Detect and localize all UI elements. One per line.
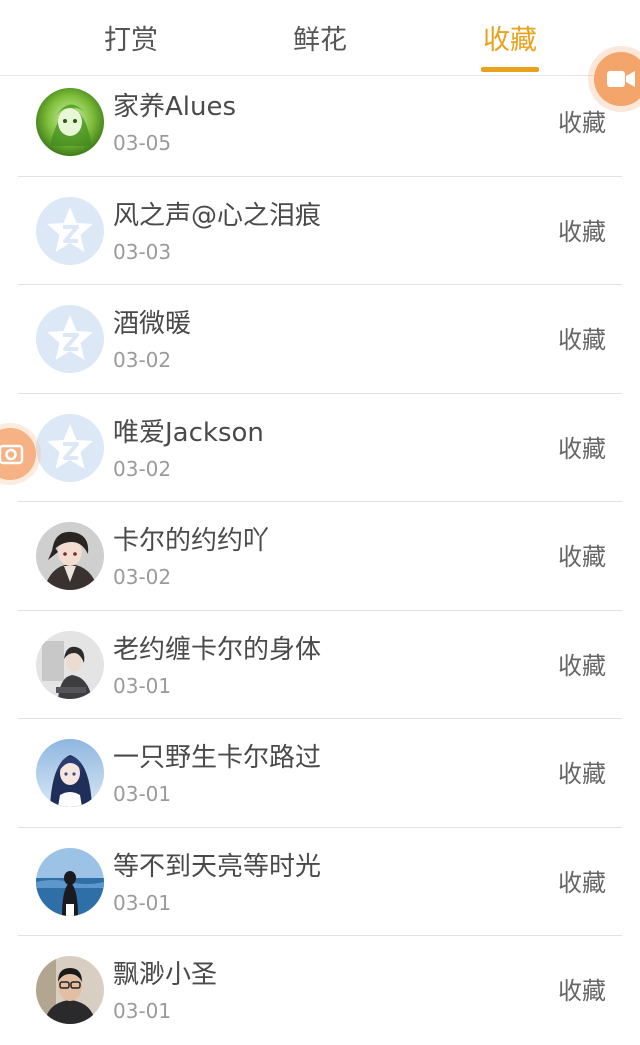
favorite-date: 03-01 — [113, 890, 172, 915]
list-item[interactable]: 唯爱Jackson 03-02 收藏 — [0, 394, 640, 502]
favorites-list: 家养Alues 03-05 收藏 风之声@心之泪痕 03-03 收藏 酒微暖 0 — [0, 68, 640, 1045]
sitting-figure-avatar[interactable] — [36, 630, 104, 699]
list-item[interactable]: 飘渺小圣 03-01 收藏 — [0, 936, 640, 1045]
favorite-button[interactable]: 收藏 — [558, 868, 606, 898]
qzone-default-avatar[interactable] — [36, 305, 104, 373]
favorite-button[interactable]: 收藏 — [558, 651, 606, 681]
user-name[interactable]: 家养Alues — [113, 90, 236, 124]
favorite-date: 03-02 — [113, 456, 172, 481]
favorite-button[interactable]: 收藏 — [558, 108, 606, 138]
favorite-button[interactable]: 收藏 — [558, 759, 606, 789]
user-name[interactable]: 风之声@心之泪痕 — [113, 199, 321, 233]
favorite-date: 03-02 — [113, 565, 172, 589]
list-item[interactable]: 家养Alues 03-05 收藏 — [0, 68, 640, 177]
user-name[interactable]: 老约缠卡尔的身体 — [113, 633, 321, 667]
favorite-date: 03-05 — [113, 131, 172, 155]
video-camera-icon[interactable] — [594, 52, 640, 106]
tab-reward[interactable]: 打赏 — [76, 22, 186, 62]
favorite-date: 03-03 — [113, 239, 172, 264]
favorite-date: 03-02 — [113, 348, 172, 372]
favorite-date: 03-01 — [113, 782, 172, 806]
anime-boy-avatar[interactable] — [36, 522, 104, 590]
camera-icon[interactable] — [0, 428, 36, 480]
favorite-date: 03-01 — [113, 999, 172, 1023]
list-item[interactable]: 卡尔的约约吖 03-02 收藏 — [0, 502, 640, 611]
qzone-default-avatar[interactable] — [36, 413, 104, 482]
tab-bar: 打赏 鲜花 收藏 — [0, 0, 640, 76]
green-anime-avatar[interactable] — [36, 88, 104, 156]
list-item[interactable]: 等不到天亮等时光 03-01 收藏 — [0, 828, 640, 936]
man-photo-avatar[interactable] — [36, 956, 104, 1024]
favorite-button[interactable]: 收藏 — [558, 542, 606, 572]
ocean-girl-avatar[interactable] — [36, 847, 104, 916]
qzone-default-avatar[interactable] — [36, 196, 104, 265]
list-item[interactable]: 风之声@心之泪痕 03-03 收藏 — [0, 177, 640, 285]
user-name[interactable]: 等不到天亮等时光 — [113, 850, 321, 884]
user-name[interactable]: 一只野生卡尔路过 — [113, 741, 321, 775]
user-name[interactable]: 酒微暖 — [113, 307, 191, 341]
list-item[interactable]: 酒微暖 03-02 收藏 — [0, 285, 640, 394]
anime-girl-avatar[interactable] — [36, 739, 104, 807]
favorite-button[interactable]: 收藏 — [558, 976, 606, 1006]
list-item[interactable]: 一只野生卡尔路过 03-01 收藏 — [0, 719, 640, 828]
favorite-button[interactable]: 收藏 — [558, 217, 606, 247]
user-name[interactable]: 卡尔的约约吖 — [113, 524, 269, 558]
list-item[interactable]: 老约缠卡尔的身体 03-01 收藏 — [0, 611, 640, 719]
favorite-button[interactable]: 收藏 — [558, 434, 606, 464]
user-name[interactable]: 飘渺小圣 — [113, 958, 217, 992]
favorite-date: 03-01 — [113, 673, 172, 698]
tab-flowers[interactable]: 鲜花 — [265, 22, 375, 62]
user-name[interactable]: 唯爱Jackson — [113, 416, 264, 450]
tab-favorites[interactable]: 收藏 — [455, 22, 565, 62]
favorite-button[interactable]: 收藏 — [558, 325, 606, 355]
